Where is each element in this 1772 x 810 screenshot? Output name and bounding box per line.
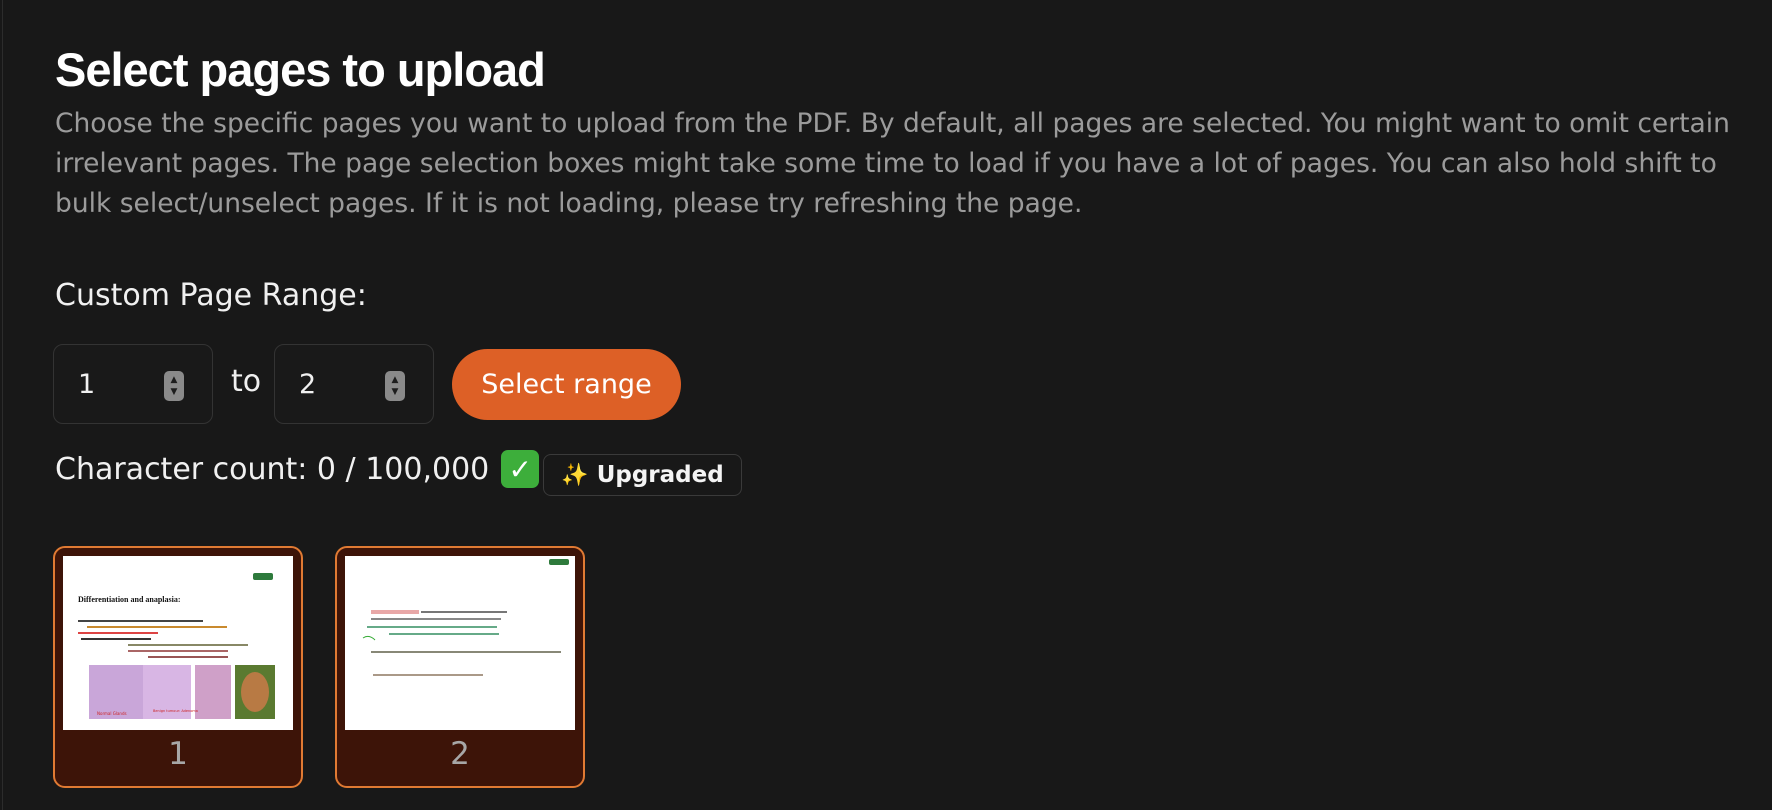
- chevron-down-icon[interactable]: ▼: [392, 386, 399, 398]
- upgraded-badge: ✨ Upgraded: [543, 454, 742, 496]
- page-title: Select pages to upload: [55, 43, 546, 96]
- thumb-label: Benign tumour: Adenoma: [153, 709, 198, 713]
- chevron-up-icon[interactable]: ▲: [392, 374, 399, 386]
- thumb-label: Normal Glands: [97, 711, 127, 716]
- upgraded-label: Upgraded: [596, 462, 724, 488]
- range-from-field[interactable]: ▲ ▼: [53, 344, 213, 424]
- chevron-down-icon[interactable]: ▼: [171, 386, 178, 398]
- character-count-text: Character count: 0 / 100,000: [55, 451, 490, 487]
- page-card-2[interactable]: 2: [335, 546, 585, 788]
- page-thumbnail: [345, 556, 575, 730]
- range-from-stepper[interactable]: ▲ ▼: [164, 371, 184, 401]
- range-to-stepper[interactable]: ▲ ▼: [385, 371, 405, 401]
- range-to-input[interactable]: [299, 363, 389, 405]
- chevron-up-icon[interactable]: ▲: [171, 374, 178, 386]
- sparkles-icon: ✨: [561, 462, 589, 488]
- page-description: Choose the specific pages you want to up…: [55, 108, 1730, 219]
- thumb-title: Differentiation and anaplasia:: [78, 595, 181, 604]
- upload-panel: Select pages to upload Choose the specif…: [2, 0, 1772, 810]
- range-to-label: to: [231, 364, 262, 399]
- page-number: 2: [450, 736, 470, 772]
- page-card-1[interactable]: Differentiation and anaplasia: Normal Gl…: [53, 546, 303, 788]
- select-range-button[interactable]: Select range: [452, 349, 681, 420]
- page-number: 1: [168, 736, 188, 772]
- check-mark-icon: ✓: [501, 450, 540, 488]
- custom-range-label: Custom Page Range:: [55, 278, 367, 313]
- character-count-row: Character count: 0 / 100,000 ✓: [55, 450, 540, 488]
- range-from-input[interactable]: [78, 363, 168, 405]
- range-to-field[interactable]: ▲ ▼: [274, 344, 434, 424]
- page-thumbnail: Differentiation and anaplasia: Normal Gl…: [63, 556, 293, 730]
